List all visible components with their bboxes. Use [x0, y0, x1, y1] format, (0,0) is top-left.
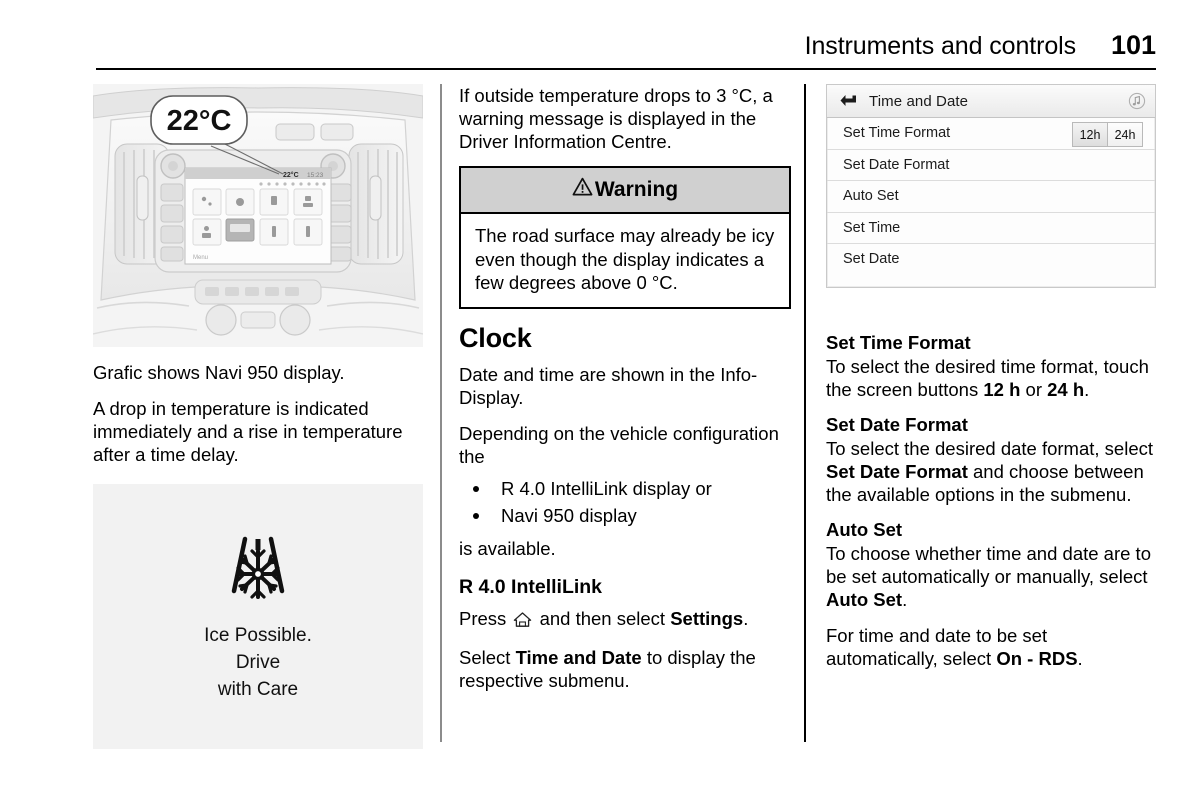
svg-text:22°C: 22°C [167, 105, 232, 137]
warning-box: Warning The road surface may already be … [459, 166, 791, 309]
select-time-and-date-instruction: Select Time and Date to display the resp… [459, 646, 791, 692]
list-item: R 4.0 IntelliLink display or [459, 477, 791, 500]
auto-set-heading: Auto Set [826, 519, 903, 540]
list-item: Navi 950 display [459, 504, 791, 527]
menu-row-set-time-format[interactable]: Set Time Format 12h 24h [827, 118, 1155, 150]
press-prefix: Press [459, 607, 507, 629]
menu-row-label: Set Time [843, 219, 901, 236]
outside-temperature-intro: If outside temperature drops to 3 °C, a … [459, 85, 773, 152]
auto-set-prefix: To choose whether time and date are to b… [826, 543, 1151, 587]
header-rule [96, 68, 1156, 70]
column-divider-1 [440, 84, 442, 742]
rds-closing-text: For time and date to be set automaticall… [826, 624, 1160, 670]
time-and-date-menu-list: Set Time Format 12h 24h Set Date Format … [827, 118, 1155, 275]
set-date-format-text: To select the desired date format, selec… [826, 437, 1160, 506]
ice-possible-display: Ice Possible. Drive with Care [93, 484, 423, 749]
rds-suffix: . [1077, 648, 1083, 669]
time-format-24h-button[interactable]: 24h [1108, 122, 1143, 147]
clock-heading: Clock [459, 322, 532, 353]
home-icon [513, 610, 532, 633]
on-rds-option-reference: On - RDS [996, 648, 1078, 669]
back-arrow-icon[interactable] [835, 93, 861, 109]
set-date-format-menu-reference: Set Date Format [826, 461, 968, 482]
warning-triangle-icon [572, 177, 593, 202]
warning-box-header: Warning [461, 168, 789, 214]
menu-row-label: Set Time Format [843, 125, 951, 142]
time-format-toggle[interactable]: 12h 24h [1072, 122, 1143, 147]
clock-paragraph-2: Depending on the vehicle configuration t… [459, 422, 779, 467]
column-divider-2 [804, 84, 806, 742]
auto-set-text: To choose whether time and date are to b… [826, 542, 1160, 611]
time-and-date-menu-name: Time and Date [515, 646, 642, 668]
time-and-date-header: Time and Date [827, 85, 1155, 118]
display-options-list: R 4.0 IntelliLink display or Navi 950 di… [459, 477, 791, 527]
auto-set-suffix: . [902, 589, 908, 610]
press-suffix: . [743, 607, 749, 629]
press-home-instruction: Press and then select Settings. [459, 607, 791, 633]
select-prefix: Select [459, 646, 511, 668]
ice-text-line-1: Ice Possible. [204, 624, 312, 646]
button-24h-reference: 24 h [1047, 379, 1085, 400]
column-right: Time and Date Set Time Format 12h 24h Se… [826, 84, 1160, 683]
intellilink-heading: R 4.0 IntelliLink [459, 575, 603, 598]
set-time-format-text: To select the desired time format, touch… [826, 355, 1160, 401]
clock-paragraph-3: is available. [459, 537, 556, 559]
figure-caption: Grafic shows Navi 950 display. [93, 362, 345, 383]
warning-box-body: The road surface may already be icy even… [475, 225, 775, 293]
chapter-title: Instruments and controls [804, 32, 1076, 60]
column-middle: If outside temperature drops to 3 °C, a … [459, 84, 791, 705]
time-format-12h-button[interactable]: 12h [1072, 122, 1108, 147]
clock-paragraph-1: Date and time are shown in the Info-Disp… [459, 363, 758, 408]
auto-set-menu-reference: Auto Set [826, 589, 903, 610]
ice-text-line-2: Drive [235, 651, 281, 673]
set-date-format-heading: Set Date Format [826, 414, 968, 435]
ice-warning-snowflake-icon [221, 531, 295, 608]
time-and-date-screen: Time and Date Set Time Format 12h 24h Se… [826, 84, 1156, 288]
svg-text:Menu: Menu [193, 255, 208, 261]
music-note-icon[interactable] [1128, 92, 1146, 115]
page-number: 101 [1110, 30, 1156, 60]
settings-menu-name: Settings [670, 607, 744, 629]
set-time-format-middle: or [1025, 379, 1042, 400]
set-time-format-heading: Set Time Format [826, 332, 971, 353]
navi-950-dashboard-illustration: 22°C 15:23 Menu 22°C [93, 84, 423, 347]
menu-row-label: Auto Set [843, 188, 899, 205]
set-time-format-suffix: . [1084, 379, 1090, 400]
column-left: 22°C 15:23 Menu 22°C Grafic shows Navi 9… [93, 84, 425, 749]
press-middle: and then select [539, 607, 666, 629]
menu-row-set-date[interactable]: Set Date [827, 244, 1155, 275]
warning-label: Warning [594, 177, 679, 201]
temperature-paragraph: A drop in temperature is indicated immed… [93, 398, 403, 465]
menu-row-auto-set[interactable]: Auto Set [827, 181, 1155, 213]
menu-row-label: Set Date [843, 251, 900, 268]
svg-text:15:23: 15:23 [307, 172, 324, 179]
svg-text:22°C: 22°C [283, 171, 299, 179]
button-12h-reference: 12 h [983, 379, 1021, 400]
set-date-format-prefix: To select the desired date format, selec… [826, 438, 1154, 459]
menu-row-set-time[interactable]: Set Time [827, 213, 1155, 244]
page-header: Instruments and controls 101 [96, 30, 1156, 70]
menu-row-set-date-format[interactable]: Set Date Format [827, 150, 1155, 181]
menu-row-label: Set Date Format [843, 156, 950, 173]
time-and-date-title: Time and Date [869, 92, 969, 110]
ice-text-line-3: with Care [217, 678, 299, 700]
